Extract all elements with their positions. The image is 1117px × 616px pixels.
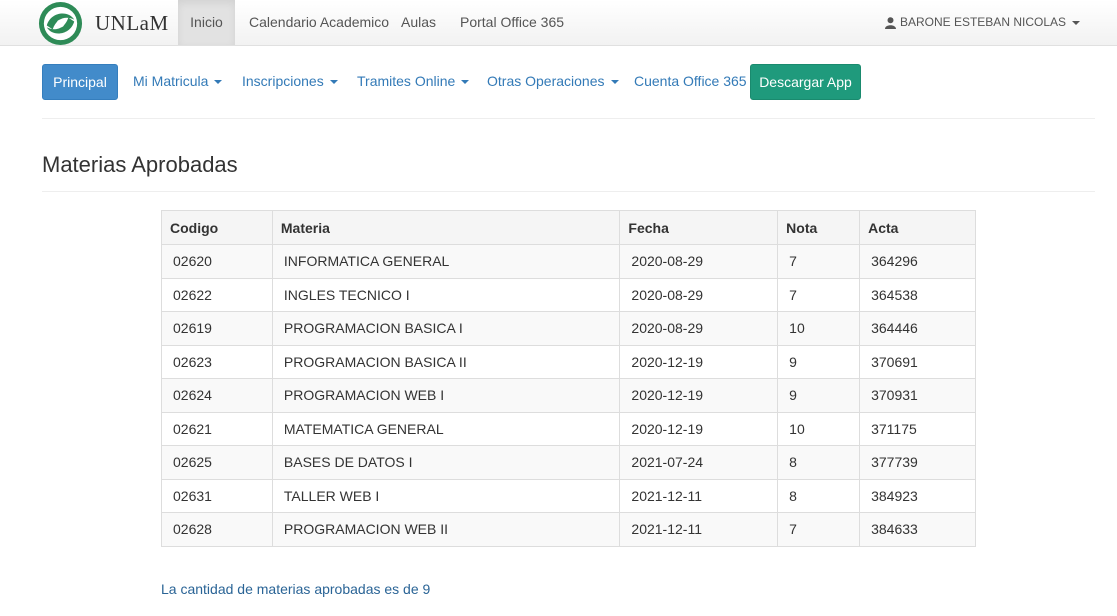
caret-down-icon	[610, 80, 619, 85]
cell-acta: 364538	[859, 277, 976, 312]
nav-inicio[interactable]: Inicio	[178, 0, 235, 45]
cell-codigo: 02622	[161, 277, 273, 312]
cell-nota: 7	[777, 512, 861, 547]
cell-materia: PROGRAMACION WEB II	[271, 512, 621, 547]
cell-codigo: 02621	[161, 411, 273, 446]
cell-fecha: 2020-08-29	[619, 244, 779, 279]
caret-down-icon	[329, 80, 338, 85]
table-row: 02625 BASES DE DATOS I 2021-07-24 8 3777…	[161, 445, 976, 480]
tramites-online-dropdown[interactable]: Tramites Online	[357, 64, 470, 100]
table-body: 02620 INFORMATICA GENERAL 2020-08-29 7 3…	[161, 244, 976, 547]
nav-portal-office-365[interactable]: Portal Office 365	[460, 0, 564, 45]
inscripciones-label: Inscripciones	[242, 73, 324, 89]
caret-down-icon	[214, 80, 223, 85]
nav-calendario-academico[interactable]: Calendario Academico	[249, 0, 389, 45]
cell-acta: 364296	[859, 244, 976, 279]
cell-fecha: 2020-08-29	[619, 311, 779, 346]
otras-operaciones-label: Otras Operaciones	[487, 73, 605, 89]
cell-acta: 371175	[859, 411, 976, 446]
otras-operaciones-dropdown[interactable]: Otras Operaciones	[487, 64, 619, 100]
descargar-app-button[interactable]: Descargar App	[750, 64, 861, 100]
cell-materia: INFORMATICA GENERAL	[271, 244, 621, 279]
table-row: 02624 PROGRAMACION WEB I 2020-12-19 9 37…	[161, 378, 976, 413]
cell-codigo: 02623	[161, 344, 273, 379]
cell-materia: BASES DE DATOS I	[271, 445, 621, 480]
cell-codigo: 02631	[161, 478, 273, 513]
cell-materia: PROGRAMACION BASICA II	[271, 344, 621, 379]
cell-codigo: 02620	[161, 244, 273, 279]
cell-acta: 370691	[859, 344, 976, 379]
column-header-nota: Nota	[777, 210, 861, 245]
table-row: 02619 PROGRAMACION BASICA I 2020-08-29 1…	[161, 311, 976, 346]
page-title: Materias Aprobadas	[42, 152, 238, 177]
table-row: 02623 PROGRAMACION BASICA II 2020-12-19 …	[161, 344, 976, 379]
cell-fecha: 2021-12-11	[619, 512, 779, 547]
cell-codigo: 02619	[161, 311, 273, 346]
table-row: 02622 INGLES TECNICO I 2020-08-29 7 3645…	[161, 277, 976, 312]
divider	[42, 118, 1095, 119]
caret-down-icon	[1072, 20, 1080, 25]
table-row: 02621 MATEMATICA GENERAL 2020-12-19 10 3…	[161, 411, 976, 446]
cell-nota: 9	[777, 344, 861, 379]
column-header-materia: Materia	[271, 210, 621, 245]
cell-fecha: 2020-12-19	[619, 411, 779, 446]
mi-matricula-label: Mi Matricula	[133, 73, 209, 89]
cell-acta: 364446	[859, 311, 976, 346]
divider	[42, 191, 1095, 192]
cell-nota: 7	[777, 244, 861, 279]
cell-fecha: 2021-07-24	[619, 445, 779, 480]
table-row: 02631 TALLER WEB I 2021-12-11 8 384923	[161, 478, 976, 513]
cuenta-office-365-link[interactable]: Cuenta Office 365	[634, 64, 747, 100]
user-name: BARONE ESTEBAN NICOLAS	[899, 15, 1066, 29]
cell-fecha: 2020-08-29	[619, 277, 779, 312]
cell-nota: 9	[777, 378, 861, 413]
cell-acta: 370931	[859, 378, 976, 413]
cell-acta: 377739	[859, 445, 976, 480]
column-header-codigo: Codigo	[161, 210, 273, 245]
user-menu[interactable]: BARONE ESTEBAN NICOLAS	[884, 0, 1080, 45]
cell-materia: PROGRAMACION WEB I	[271, 378, 621, 413]
user-icon	[884, 16, 896, 29]
cell-nota: 7	[777, 277, 861, 312]
top-navbar: UNLaM Inicio Calendario Academico Aulas …	[0, 0, 1117, 46]
cell-acta: 384633	[859, 512, 976, 547]
cell-codigo: 02624	[161, 378, 273, 413]
cell-nota: 8	[777, 445, 861, 480]
cell-materia: MATEMATICA GENERAL	[271, 411, 621, 446]
principal-button[interactable]: Principal	[42, 64, 118, 100]
mi-matricula-dropdown[interactable]: Mi Matricula	[133, 64, 223, 100]
cell-materia: INGLES TECNICO I	[271, 277, 621, 312]
table-header-row: Codigo Materia Fecha Nota Acta	[161, 210, 976, 245]
cell-acta: 384923	[859, 478, 976, 513]
cell-fecha: 2020-12-19	[619, 344, 779, 379]
materias-table: Codigo Materia Fecha Nota Acta 02620 INF…	[161, 210, 976, 547]
inscripciones-dropdown[interactable]: Inscripciones	[242, 64, 338, 100]
cell-nota: 10	[777, 311, 861, 346]
cell-nota: 8	[777, 478, 861, 513]
column-header-acta: Acta	[859, 210, 976, 245]
table-row: 02628 PROGRAMACION WEB II 2021-12-11 7 3…	[161, 512, 976, 547]
cell-codigo: 02628	[161, 512, 273, 547]
cell-materia: TALLER WEB I	[271, 478, 621, 513]
table-row: 02620 INFORMATICA GENERAL 2020-08-29 7 3…	[161, 244, 976, 279]
unlam-logo-icon	[38, 1, 83, 45]
total-aprobadas-note: La cantidad de materias aprobadas es de …	[161, 581, 431, 597]
caret-down-icon	[461, 80, 470, 85]
brand-logo[interactable]: UNLaM	[37, 0, 169, 46]
cell-materia: PROGRAMACION BASICA I	[271, 311, 621, 346]
cell-codigo: 02625	[161, 445, 273, 480]
cell-fecha: 2020-12-19	[619, 378, 779, 413]
brand-name: UNLaM	[95, 10, 169, 35]
cell-nota: 10	[777, 411, 861, 446]
column-header-fecha: Fecha	[619, 210, 779, 245]
nav-aulas[interactable]: Aulas	[401, 0, 436, 45]
tramites-online-label: Tramites Online	[357, 73, 456, 89]
cell-fecha: 2021-12-11	[619, 478, 779, 513]
